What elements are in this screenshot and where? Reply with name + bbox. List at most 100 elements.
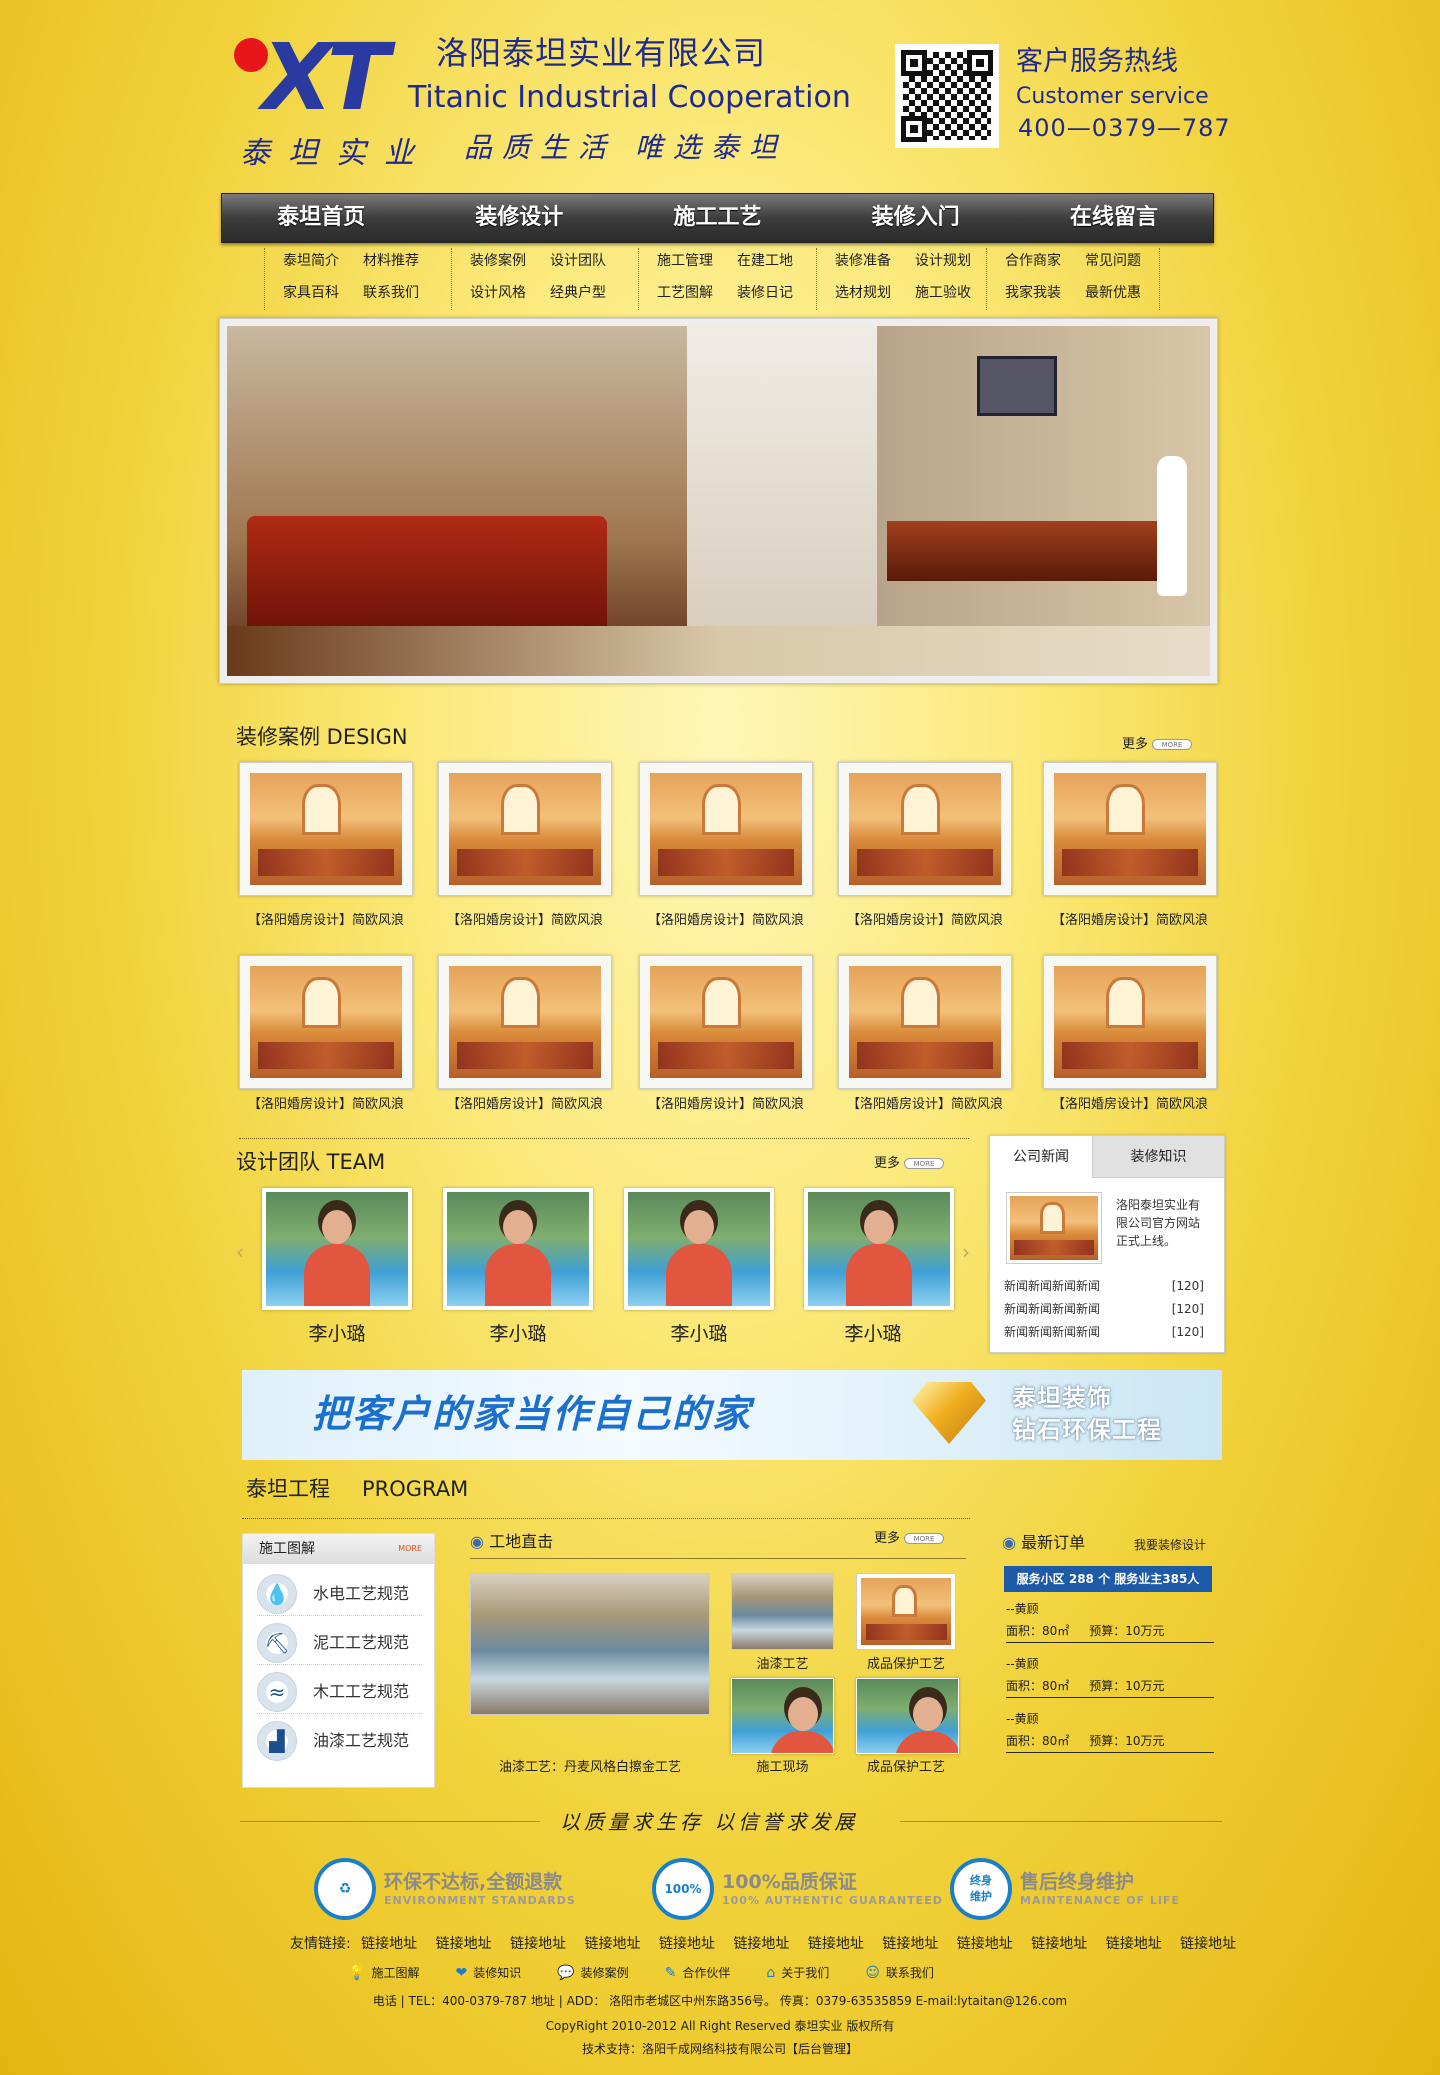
sub-nav-link[interactable]: 选材规划 <box>835 284 891 306</box>
footer-nav-item[interactable]: ⌂ 关于我们 <box>766 1964 829 1982</box>
sub-nav-link[interactable]: 材料推荐 <box>363 252 419 274</box>
sub-nav-link[interactable]: 装修准备 <box>835 252 891 274</box>
design-case-caption[interactable]: 【洛阳婚房设计】简欧风浪 <box>830 1096 1020 1114</box>
site-more-link[interactable]: 更多 MORE <box>874 1530 945 1548</box>
design-case-thumb[interactable] <box>239 955 413 1089</box>
designer-name[interactable]: 李小璐 <box>624 1322 774 1346</box>
friend-link[interactable]: 链接地址 <box>436 1936 492 1952</box>
sub-nav-link[interactable]: 联系我们 <box>363 284 419 306</box>
site-photo[interactable] <box>856 1678 959 1754</box>
design-case-caption[interactable]: 【洛阳婚房设计】简欧风浪 <box>231 1096 421 1114</box>
news-item[interactable]: 新闻新闻新闻新闻 [120] <box>1004 1278 1204 1294</box>
process-item[interactable]: ⛏ 泥工工艺规范 <box>257 1621 422 1665</box>
sub-nav-link[interactable]: 家具百科 <box>283 284 339 306</box>
more-button[interactable]: MORE <box>1152 739 1193 750</box>
order-entry[interactable]: --黄顾 面积：80㎡ 预算：10万元 <box>1006 1710 1214 1753</box>
process-item[interactable]: ▟ 油漆工艺规范 <box>257 1719 422 1763</box>
news-item[interactable]: 新闻新闻新闻新闻 [120] <box>1004 1301 1204 1317</box>
site-caption[interactable]: 施工现场 <box>731 1759 834 1777</box>
sub-nav-link[interactable]: 工艺图解 <box>657 284 713 306</box>
designer-name[interactable]: 李小璐 <box>262 1322 412 1346</box>
site-caption[interactable]: 油漆工艺 <box>731 1656 834 1674</box>
friend-link[interactable]: 链接地址 <box>361 1936 417 1952</box>
design-case-thumb[interactable] <box>1043 762 1217 896</box>
carousel-prev-icon[interactable]: ‹ <box>236 1240 244 1264</box>
slogan-banner[interactable]: 把客户的家当作自己的家 泰坦装饰 钻石环保工程 <box>242 1370 1222 1460</box>
friend-link[interactable]: 链接地址 <box>882 1936 938 1952</box>
design-case-thumb[interactable] <box>639 762 813 896</box>
news-item[interactable]: 新闻新闻新闻新闻 [120] <box>1004 1324 1204 1340</box>
sub-nav-link[interactable]: 装修日记 <box>737 284 793 306</box>
sub-nav-link[interactable]: 我家我装 <box>1005 284 1061 306</box>
site-main-caption[interactable]: 油漆工艺：丹麦风格白擦金工艺 <box>470 1759 710 1777</box>
designer-name[interactable]: 李小璐 <box>443 1322 593 1346</box>
process-more-button[interactable]: MORE <box>398 1543 422 1555</box>
sub-nav-link[interactable]: 装修案例 <box>470 252 526 274</box>
footer-nav-item[interactable]: ❤ 装修知识 <box>455 1964 521 1982</box>
friend-link[interactable]: 链接地址 <box>585 1936 641 1952</box>
design-case-thumb[interactable] <box>838 762 1012 896</box>
sub-nav-link[interactable]: 最新优惠 <box>1085 284 1141 306</box>
site-photo[interactable] <box>731 1678 834 1754</box>
footer-nav-item[interactable]: 💡 施工图解 <box>348 1964 419 1982</box>
friend-link[interactable]: 链接地址 <box>733 1936 789 1952</box>
site-main-photo[interactable] <box>470 1573 710 1715</box>
sub-nav-link[interactable]: 施工管理 <box>657 252 713 274</box>
designer-photo[interactable] <box>624 1188 774 1310</box>
nav-item-home[interactable]: 泰坦首页 <box>231 193 411 243</box>
sub-nav-link[interactable]: 常见问题 <box>1085 252 1141 274</box>
design-case-thumb[interactable] <box>438 762 612 896</box>
order-entry[interactable]: --黄顾 面积：80㎡ 预算：10万元 <box>1006 1655 1214 1698</box>
carousel-next-icon[interactable]: › <box>962 1240 970 1264</box>
process-item[interactable]: 💧 水电工艺规范 <box>257 1572 422 1616</box>
design-case-thumb[interactable] <box>639 955 813 1089</box>
nav-item-craft[interactable]: 施工工艺 <box>627 193 807 243</box>
site-photo[interactable] <box>856 1573 956 1650</box>
friend-link[interactable]: 链接地址 <box>1180 1936 1236 1952</box>
design-case-caption[interactable]: 【洛阳婚房设计】简欧风浪 <box>231 912 421 930</box>
sub-nav-link[interactable]: 在建工地 <box>737 252 793 274</box>
footer-nav-item[interactable]: 💬 装修案例 <box>557 1964 628 1982</box>
team-more-link[interactable]: 更多 MORE <box>874 1155 945 1173</box>
designer-photo[interactable] <box>443 1188 593 1310</box>
tab-decor-knowledge[interactable]: 装修知识 <box>1092 1136 1224 1178</box>
design-case-thumb[interactable] <box>438 955 612 1089</box>
sub-nav-link[interactable]: 泰坦简介 <box>283 252 339 274</box>
hero-banner[interactable] <box>219 318 1218 684</box>
friend-link[interactable]: 链接地址 <box>957 1936 1013 1952</box>
designer-name[interactable]: 李小璐 <box>798 1322 948 1346</box>
designer-photo[interactable] <box>262 1188 412 1310</box>
footer-support[interactable]: 技术支持：洛阳千成网络科技有限公司【后台管理】 <box>0 2039 1440 2059</box>
footer-nav-item[interactable]: ☺ 联系我们 <box>865 1964 934 1982</box>
footer-nav-item[interactable]: ✎ 合作伙伴 <box>665 1964 731 1982</box>
nav-item-design[interactable]: 装修设计 <box>429 193 609 243</box>
design-case-caption[interactable]: 【洛阳婚房设计】简欧风浪 <box>830 912 1020 930</box>
sub-nav-link[interactable]: 设计规划 <box>915 252 971 274</box>
sub-nav-link[interactable]: 施工验收 <box>915 284 971 306</box>
news-feature-text[interactable]: 洛阳泰坦实业有限公司官方网站正式上线。 <box>1116 1196 1210 1250</box>
design-case-caption[interactable]: 【洛阳婚房设计】简欧风浪 <box>430 1096 620 1114</box>
sub-nav-link[interactable]: 合作商家 <box>1005 252 1061 274</box>
sub-nav-link[interactable]: 设计风格 <box>470 284 526 306</box>
design-case-caption[interactable]: 【洛阳婚房设计】简欧风浪 <box>631 1096 821 1114</box>
news-feature-image[interactable] <box>1006 1192 1102 1264</box>
tab-company-news[interactable]: 公司新闻 <box>990 1136 1092 1178</box>
nav-item-message[interactable]: 在线留言 <box>1024 193 1204 243</box>
friend-link[interactable]: 链接地址 <box>1106 1936 1162 1952</box>
more-button[interactable]: MORE <box>904 1533 945 1544</box>
friend-link[interactable]: 链接地址 <box>510 1936 566 1952</box>
friend-link[interactable]: 链接地址 <box>659 1936 715 1952</box>
design-more-link[interactable]: 更多 MORE <box>1122 736 1193 754</box>
site-caption[interactable]: 成品保护工艺 <box>851 1656 961 1674</box>
design-case-thumb[interactable] <box>239 762 413 896</box>
site-caption[interactable]: 成品保护工艺 <box>851 1759 961 1777</box>
design-case-thumb[interactable] <box>838 955 1012 1089</box>
design-case-thumb[interactable] <box>1043 955 1217 1089</box>
friend-link[interactable]: 链接地址 <box>808 1936 864 1952</box>
design-case-caption[interactable]: 【洛阳婚房设计】简欧风浪 <box>1035 1096 1225 1114</box>
sub-nav-link[interactable]: 设计团队 <box>550 252 606 274</box>
logo[interactable]: XT <box>234 30 414 130</box>
sub-nav-link[interactable]: 经典户型 <box>550 284 606 306</box>
friend-link[interactable]: 链接地址 <box>1031 1936 1087 1952</box>
design-case-caption[interactable]: 【洛阳婚房设计】简欧风浪 <box>1035 912 1225 930</box>
